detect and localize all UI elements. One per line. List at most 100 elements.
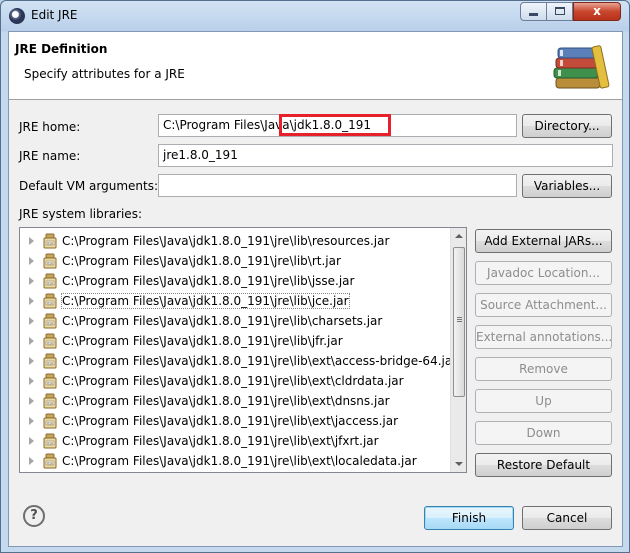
- jar-icon: 010: [43, 433, 57, 449]
- libraries-tree[interactable]: 010 C:\Program Files\Java\jdk1.8.0_191\jr…: [19, 227, 467, 473]
- svg-text:010: 010: [47, 241, 53, 245]
- library-row[interactable]: 010 C:\Program Files\Java\jdk1.8.0_191\jr…: [20, 331, 450, 351]
- scroll-up-icon: [455, 234, 463, 238]
- page-subtitle: Specify attributes for a JRE: [24, 67, 185, 81]
- expand-arrow-icon[interactable]: [29, 237, 34, 245]
- library-path: C:\Program Files\Java\jdk1.8.0_191\jre\l…: [62, 454, 417, 468]
- scroll-thumb[interactable]: [453, 247, 465, 397]
- jar-icon: 010: [43, 453, 57, 469]
- jar-icon: 010: [43, 353, 57, 369]
- library-path: C:\Program Files\Java\jdk1.8.0_191\jre\l…: [62, 274, 355, 288]
- down-button[interactable]: Down: [475, 421, 612, 445]
- expand-arrow-icon[interactable]: [29, 457, 34, 465]
- add-external-jars-button[interactable]: Add External JARs...: [475, 229, 612, 253]
- grip-icon: [457, 317, 462, 322]
- library-path: C:\Program Files\Java\jdk1.8.0_191\jre\l…: [62, 334, 343, 348]
- jar-icon: 010: [43, 293, 57, 309]
- library-row[interactable]: 010 C:\Program Files\Java\jdk1.8.0_191\jr…: [20, 411, 450, 431]
- jar-icon: 010: [43, 393, 57, 409]
- svg-text:010: 010: [47, 461, 53, 465]
- svg-text:010: 010: [47, 301, 53, 305]
- library-path: C:\Program Files\Java\jdk1.8.0_191\jre\l…: [62, 314, 383, 328]
- vm-args-field[interactable]: [158, 174, 517, 197]
- library-path: C:\Program Files\Java\jdk1.8.0_191\jre\l…: [62, 234, 390, 248]
- vertical-scrollbar[interactable]: [450, 228, 466, 472]
- external-annotations-button[interactable]: External annotations...: [475, 325, 612, 349]
- libraries-label: JRE system libraries:: [19, 207, 142, 221]
- title-bar[interactable]: Edit JRE x: [1, 1, 629, 31]
- jar-icon: 010: [43, 253, 57, 269]
- library-path: C:\Program Files\Java\jdk1.8.0_191\jre\l…: [62, 374, 404, 388]
- expand-arrow-icon[interactable]: [29, 377, 34, 385]
- restore-default-button[interactable]: Restore Default: [475, 453, 612, 477]
- library-row[interactable]: 010 C:\Program Files\Java\jdk1.8.0_191\jr…: [20, 271, 450, 291]
- remove-button[interactable]: Remove: [475, 357, 612, 381]
- jar-icon: 010: [43, 413, 57, 429]
- library-row[interactable]: 010 C:\Program Files\Java\jdk1.8.0_191\jr…: [20, 391, 450, 411]
- jar-icon: 010: [43, 273, 57, 289]
- eclipse-icon: [9, 8, 25, 24]
- expand-arrow-icon[interactable]: [29, 277, 34, 285]
- variables-button[interactable]: Variables...: [522, 174, 612, 198]
- expand-arrow-icon[interactable]: [29, 257, 34, 265]
- jre-home-label: JRE home:: [19, 120, 81, 134]
- library-row[interactable]: 010 C:\Program Files\Java\jdk1.8.0_191\jr…: [20, 451, 450, 471]
- library-path: C:\Program Files\Java\jdk1.8.0_191\jre\l…: [61, 293, 350, 309]
- expand-arrow-icon[interactable]: [29, 437, 34, 445]
- library-row[interactable]: 010 C:\Program Files\Java\jdk1.8.0_191\jr…: [20, 431, 450, 451]
- expand-arrow-icon[interactable]: [29, 417, 34, 425]
- library-path: C:\Program Files\Java\jdk1.8.0_191\jre\l…: [62, 394, 390, 408]
- library-row[interactable]: 010C:\Program Files\Java\jdk1.8.0_191\jr…: [20, 471, 450, 472]
- library-books-icon: [553, 45, 610, 89]
- javadoc-location-button[interactable]: Javadoc Location...: [475, 261, 612, 285]
- expand-arrow-icon[interactable]: [29, 357, 34, 365]
- close-button[interactable]: x: [573, 2, 621, 21]
- minimize-button[interactable]: [520, 2, 547, 21]
- highlight-box: [279, 114, 391, 136]
- svg-text:010: 010: [47, 381, 53, 385]
- jar-icon: 010: [43, 313, 57, 329]
- library-row[interactable]: 010 C:\Program Files\Java\jdk1.8.0_191\jr…: [20, 231, 450, 251]
- scroll-up-button[interactable]: [451, 228, 466, 244]
- help-icon[interactable]: ?: [23, 505, 45, 527]
- dialog-body: JRE Definition Specify attributes for a …: [8, 31, 623, 547]
- library-path: C:\Program Files\Java\jdk1.8.0_191\jre\l…: [62, 254, 341, 268]
- library-row[interactable]: 010 C:\Program Files\Java\jdk1.8.0_191\jr…: [20, 251, 450, 271]
- jre-name-field[interactable]: jre1.8.0_191: [158, 144, 613, 167]
- library-path: C:\Program Files\Java\jdk1.8.0_191\jre\l…: [62, 414, 399, 428]
- directory-button[interactable]: Directory...: [522, 114, 612, 138]
- expand-arrow-icon[interactable]: [29, 297, 34, 305]
- dialog-header: JRE Definition Specify attributes for a …: [9, 32, 622, 100]
- svg-text:010: 010: [47, 261, 53, 265]
- svg-text:010: 010: [47, 441, 53, 445]
- library-row[interactable]: 010 C:\Program Files\Java\jdk1.8.0_191\jr…: [20, 351, 457, 371]
- library-row[interactable]: 010 C:\Program Files\Java\jdk1.8.0_191\jr…: [20, 371, 450, 391]
- vm-args-label: Default VM arguments:: [19, 179, 159, 193]
- jre-name-label: JRE name:: [19, 149, 81, 163]
- edit-jre-window: Edit JRE x JRE Definition Specify attrib…: [0, 0, 630, 553]
- svg-text:010: 010: [47, 421, 53, 425]
- source-attachment-button[interactable]: Source Attachment...: [475, 293, 612, 317]
- cancel-button[interactable]: Cancel: [522, 506, 612, 530]
- svg-text:010: 010: [47, 321, 53, 325]
- jar-icon: 010: [43, 333, 57, 349]
- library-row[interactable]: 010 C:\Program Files\Java\jdk1.8.0_191\jr…: [20, 291, 450, 311]
- expand-arrow-icon[interactable]: [29, 397, 34, 405]
- expand-arrow-icon[interactable]: [29, 317, 34, 325]
- jar-icon: 010: [43, 373, 57, 389]
- up-button[interactable]: Up: [475, 389, 612, 413]
- expand-arrow-icon[interactable]: [29, 337, 34, 345]
- scroll-down-icon: [455, 462, 463, 466]
- window-title: Edit JRE: [31, 8, 78, 22]
- finish-button[interactable]: Finish: [424, 506, 514, 530]
- scroll-down-button[interactable]: [451, 456, 466, 472]
- svg-text:010: 010: [47, 341, 53, 345]
- minimize-icon: [529, 13, 538, 16]
- maximize-icon: [554, 7, 565, 15]
- library-row[interactable]: 010 C:\Program Files\Java\jdk1.8.0_191\jr…: [20, 311, 450, 331]
- svg-text:010: 010: [47, 361, 53, 365]
- jar-icon: 010: [43, 233, 57, 249]
- library-path: C:\Program Files\Java\jdk1.8.0_191\jre\l…: [62, 434, 379, 448]
- maximize-button[interactable]: [547, 2, 573, 21]
- library-path: C:\Program Files\Java\jdk1.8.0_191\jre\l…: [62, 354, 458, 368]
